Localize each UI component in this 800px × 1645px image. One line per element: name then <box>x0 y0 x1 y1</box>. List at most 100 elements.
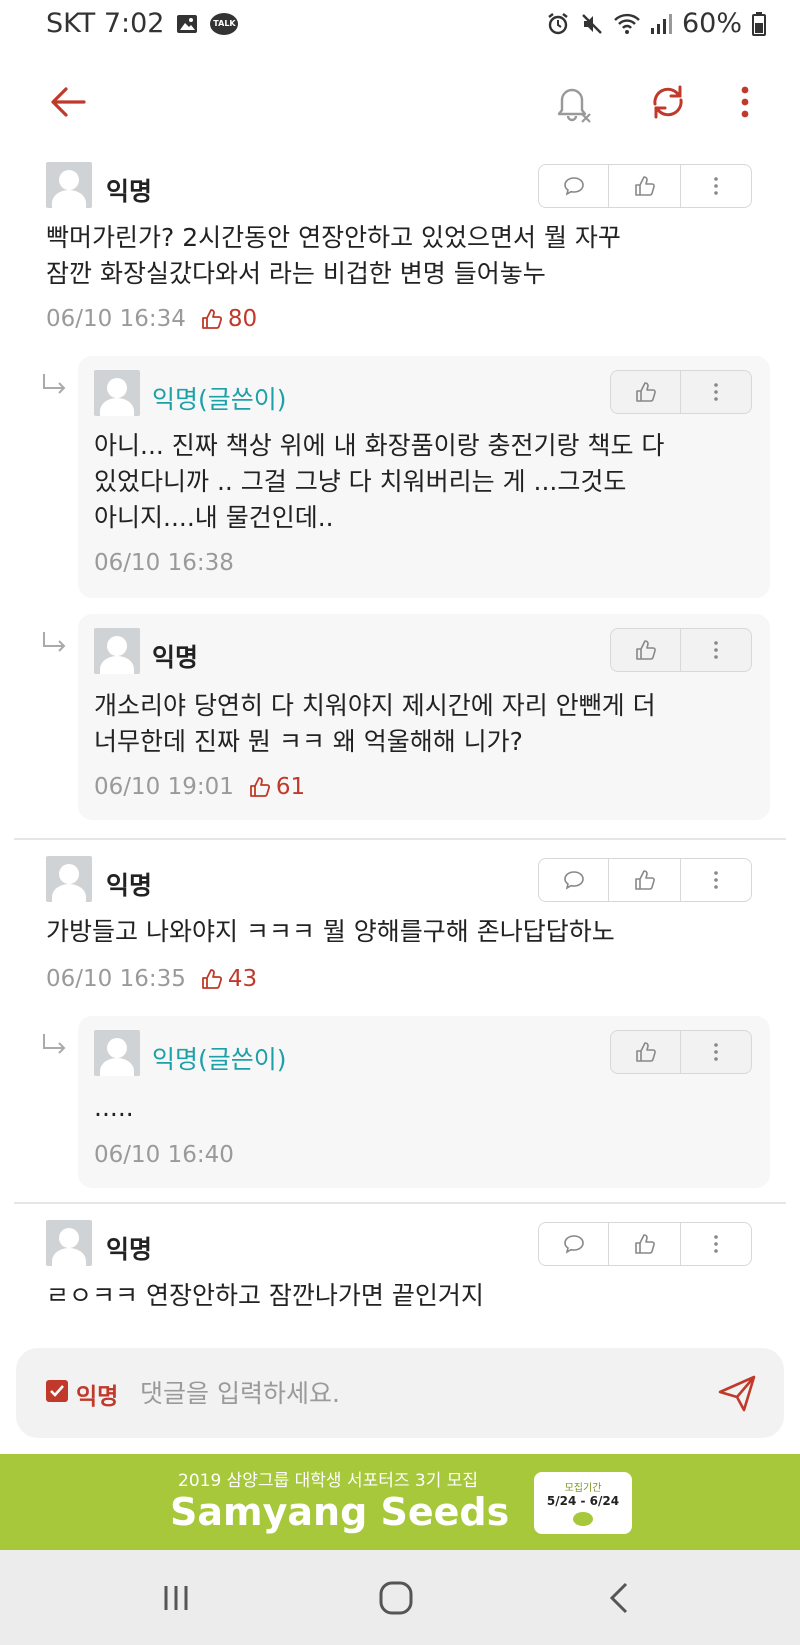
like-button[interactable] <box>611 371 681 413</box>
bell-off-icon[interactable] <box>548 78 596 126</box>
like-count-value: 61 <box>275 774 306 800</box>
comment-author: 익명 <box>106 177 153 206</box>
comment-more-button[interactable] <box>681 859 751 901</box>
more-vertical-icon <box>714 641 718 659</box>
carrier-time: SKT 7:02 <box>46 8 165 39</box>
comment-author: 익명 <box>106 1235 153 1264</box>
battery-percent: 60% <box>681 8 742 39</box>
reply-more-button[interactable] <box>681 371 751 413</box>
recent-apps-icon[interactable] <box>152 1574 200 1622</box>
reply-actions <box>610 370 752 414</box>
reply-time: 06/10 16:40 <box>94 1142 234 1168</box>
signal-icon <box>650 13 672 34</box>
status-left: SKT 7:02 TALK <box>46 8 239 39</box>
mute-icon <box>582 13 602 34</box>
more-vertical-icon <box>714 871 718 889</box>
reply-bubble-icon <box>563 871 584 890</box>
reply-button[interactable] <box>539 859 609 901</box>
reply-arrow-icon <box>43 374 66 394</box>
reply-meta: 06/10 16:38 <box>94 550 234 576</box>
avatar <box>46 856 92 902</box>
anonymous-checkbox[interactable] <box>46 1380 68 1402</box>
like-button[interactable] <box>609 165 681 207</box>
ad-banner[interactable]: 2019 삼양그룹 대학생 서포터즈 3기 모집 Samyang Seeds 모… <box>0 1454 800 1550</box>
comment-text: 빡머가린가? 2시간동안 연장안하고 있었으면서 뭘 자꾸 잠깐 화장실갔다와서… <box>46 223 621 288</box>
home-icon[interactable] <box>372 1574 420 1622</box>
back-icon[interactable] <box>596 1574 644 1622</box>
reply-time: 06/10 16:38 <box>94 550 234 576</box>
comment-input-bar: 익명 <box>16 1348 784 1438</box>
comment-divider <box>14 1202 786 1204</box>
reply-actions <box>610 1030 752 1074</box>
reply-meta: 06/10 16:40 <box>94 1142 234 1168</box>
comment-input[interactable] <box>140 1372 700 1414</box>
reply-text: ..... <box>94 1093 134 1122</box>
like-count-value: 43 <box>227 966 258 992</box>
anonymous-label[interactable]: 익명 <box>76 1377 118 1411</box>
thumbs-up-icon <box>249 777 270 797</box>
leaf-icon <box>573 1512 593 1526</box>
more-vertical-icon <box>714 177 718 195</box>
more-vertical-icon <box>714 383 718 401</box>
more-vertical-icon[interactable] <box>730 78 760 126</box>
comment-meta: 06/10 16:35 43 <box>46 966 257 992</box>
reply-author: 익명 <box>152 643 199 672</box>
avatar <box>46 162 92 208</box>
send-icon[interactable] <box>716 1372 758 1414</box>
thumbs-up-icon <box>201 309 222 329</box>
reply-time: 06/10 19:01 <box>94 774 234 800</box>
like-count-value: 80 <box>227 306 258 332</box>
avatar <box>46 1220 92 1266</box>
reply: 익명 개소리야 당연히 다 치워야지 제시간에 자리 안뺀게 더 너무한데 진짜… <box>78 614 770 820</box>
status-bar: SKT 7:02 TALK 60% <box>0 0 800 52</box>
comment-more-button[interactable] <box>681 165 751 207</box>
reply-more-button[interactable] <box>681 629 751 671</box>
like-count: 43 <box>200 966 257 992</box>
comment-more-button[interactable] <box>681 1223 751 1265</box>
banner-period: 5/24 - 6/24 <box>546 1494 620 1508</box>
more-vertical-icon <box>714 1043 718 1061</box>
comment-divider <box>14 838 786 840</box>
comment-meta: 06/10 16:34 80 <box>46 306 257 332</box>
reply-author: 익명(글쓴이) <box>152 1045 287 1074</box>
more-vertical-icon <box>714 1235 718 1253</box>
thumbs-up-icon <box>635 640 656 660</box>
reply: 익명(글쓴이) 아니... 진짜 책상 위에 내 화장품이랑 충전기랑 책도 다… <box>78 356 770 598</box>
avatar <box>94 628 140 674</box>
like-button[interactable] <box>609 1223 681 1265</box>
wifi-icon <box>614 13 640 34</box>
like-button[interactable] <box>609 859 681 901</box>
reply-button[interactable] <box>539 1223 609 1265</box>
image-icon <box>177 14 198 33</box>
reply-text: 아니... 진짜 책상 위에 내 화장품이랑 충전기랑 책도 다 있었다니까 .… <box>94 431 665 532</box>
comment-actions <box>538 1222 752 1266</box>
banner-subtitle: 2019 삼양그룹 대학생 서포터즈 3기 모집 <box>178 1471 479 1491</box>
reply-more-button[interactable] <box>681 1031 751 1073</box>
reply-button[interactable] <box>539 165 609 207</box>
reply-arrow-icon <box>43 1034 66 1054</box>
like-button[interactable] <box>611 629 681 671</box>
comment-time: 06/10 16:35 <box>46 966 186 992</box>
banner-period-label: 모집기간 <box>564 1483 602 1494</box>
thumbs-up-icon <box>635 1042 656 1062</box>
like-button[interactable] <box>611 1031 681 1073</box>
avatar <box>94 370 140 416</box>
back-arrow-icon[interactable] <box>46 80 90 124</box>
reply: 익명(글쓴이) ..... 06/10 16:40 <box>78 1016 770 1188</box>
kakaotalk-icon: TALK <box>210 12 239 35</box>
check-icon <box>50 1385 64 1397</box>
comment-text: ㄹㅇㅋㅋ 연장안하고 잠깐나가면 끝인거지 <box>46 1281 484 1310</box>
reply-bubble-icon <box>563 1235 584 1254</box>
thumbs-up-icon <box>201 969 222 989</box>
banner-period-card: 모집기간 5/24 - 6/24 <box>534 1472 632 1534</box>
refresh-icon[interactable] <box>644 78 692 126</box>
comment-actions <box>538 858 752 902</box>
reply-bubble-icon <box>563 177 584 196</box>
comment-time: 06/10 16:34 <box>46 306 186 332</box>
reply-author: 익명(글쓴이) <box>152 385 287 414</box>
avatar <box>94 1030 140 1076</box>
thumbs-up-icon <box>634 1234 655 1254</box>
banner-title: Samyang Seeds <box>170 1490 510 1534</box>
system-nav-bar <box>0 1550 800 1645</box>
reply-actions <box>610 628 752 672</box>
